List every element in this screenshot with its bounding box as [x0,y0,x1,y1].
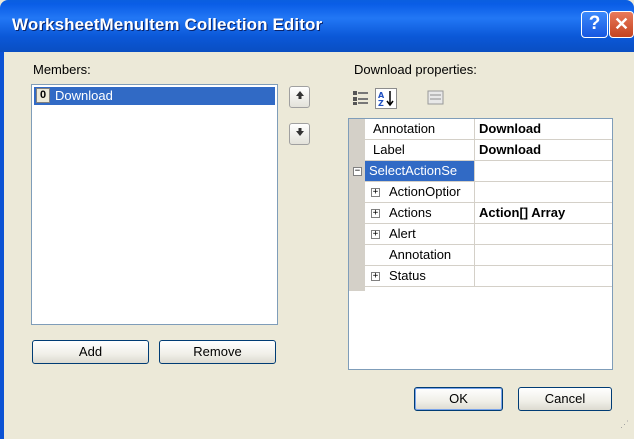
help-button[interactable]: ? [581,11,608,38]
title-bar[interactable]: WorksheetMenuItem Collection Editor ? ✕ [0,0,634,52]
window-border [0,52,4,439]
property-row[interactable]: Label Download [349,140,612,161]
property-value[interactable]: Download [479,121,541,136]
expand-icon[interactable]: + [371,188,380,197]
move-down-button[interactable] [289,123,310,145]
property-name: ActionOptior [389,184,461,199]
property-name: Label [373,142,405,157]
cancel-button[interactable]: Cancel [518,387,612,411]
property-name: Annotation [373,121,436,136]
expand-icon[interactable]: + [371,272,380,281]
expand-icon[interactable]: + [371,230,380,239]
item-index: 0 [36,88,50,103]
close-button[interactable]: ✕ [609,11,634,38]
categorized-icon [351,91,371,110]
list-item[interactable]: 0 Download [34,87,275,105]
category-name: SelectActionSe [369,163,458,178]
svg-text:Z: Z [378,99,384,108]
arrow-down-icon [295,128,305,140]
property-pages-button[interactable] [426,88,448,109]
property-value[interactable]: Action[] Array [479,205,565,220]
help-icon: ? [588,13,601,34]
members-label: Members: [33,62,91,77]
alphabetical-button[interactable]: A Z [375,88,397,109]
property-row[interactable]: + Actions Action[] Array [349,203,612,224]
property-pages-icon [426,90,446,110]
property-name: Actions [389,205,432,220]
members-list[interactable]: 0 Download [31,84,278,325]
property-name: Status [389,268,426,283]
property-name: Annotation [389,247,452,262]
property-row[interactable]: Annotation [349,245,612,266]
resize-grip-icon[interactable]: ⋰ [620,420,632,434]
arrow-up-icon [295,91,305,103]
alphabetical-sort-icon: A Z [376,91,396,111]
property-name: Alert [389,226,416,241]
collapse-icon[interactable]: − [353,167,362,176]
property-row[interactable]: Annotation Download [349,119,612,140]
item-label: Download [55,88,113,103]
property-row[interactable]: + Status [349,266,612,287]
move-up-button[interactable] [289,86,310,108]
window-title: WorksheetMenuItem Collection Editor [12,15,323,34]
categorized-button[interactable] [351,88,373,109]
expand-icon[interactable]: + [371,209,380,218]
remove-button[interactable]: Remove [159,340,276,364]
property-row[interactable]: + ActionOptior [349,182,612,203]
category-row[interactable]: − SelectActionSe [349,161,612,182]
add-button[interactable]: Add [32,340,149,364]
ok-button[interactable]: OK [414,387,503,411]
selected-category[interactable]: SelectActionSe [365,161,474,181]
property-value[interactable]: Download [479,142,541,157]
close-icon: ✕ [613,14,630,34]
property-row[interactable]: + Alert [349,224,612,245]
property-grid[interactable]: Annotation Download Label Download − Sel… [348,118,613,370]
properties-label: Download properties: [354,62,477,77]
